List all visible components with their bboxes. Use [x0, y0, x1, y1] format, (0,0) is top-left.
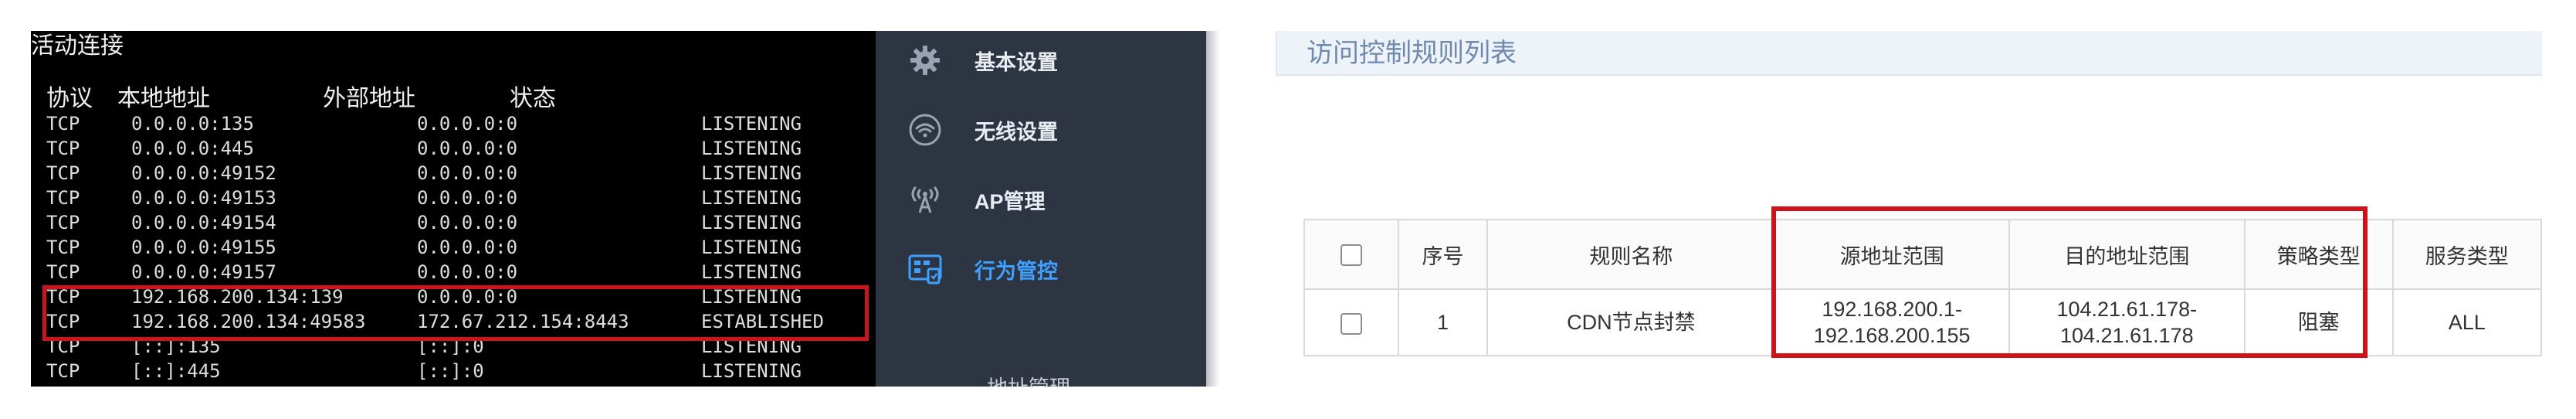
rule-service-type: ALL — [2391, 288, 2542, 356]
rule-name: CDN节点封禁 — [1486, 288, 1776, 356]
destination-range-end: 104.21.61.178 — [2060, 324, 2194, 347]
connection-list: TCP 0.0.0.0:135 0.0.0.0:0 LISTENING TCP 0.0.… — [31, 111, 876, 383]
sidebar-item-label: 行为管控 — [974, 259, 1058, 283]
connection-row: TCP 0.0.0.0:135 0.0.0.0:0 LISTENING — [46, 113, 802, 135]
sidebar-item-wireless-settings[interactable]: 无线设置 — [876, 107, 1206, 153]
rule-table: 序号 规则名称 源地址范围 目的地址范围 策略类型 服务类型 1 CDN节点封禁… — [1303, 219, 2542, 356]
connection-row: TCP 0.0.0.0:49154 0.0.0.0:0 LISTENING — [46, 212, 802, 233]
column-header-policy-type: 策略类型 — [2243, 219, 2394, 290]
rule-policy-type: 阻塞 — [2243, 288, 2394, 356]
established-connection-highlight — [42, 285, 869, 341]
gear-icon — [908, 43, 942, 77]
select-all-cell — [1303, 219, 1399, 290]
sidebar-item-label: 无线设置 — [974, 120, 1058, 144]
connection-row: TCP [::]:445 [::]:0 LISTENING — [46, 360, 802, 382]
rule-index: 1 — [1397, 288, 1489, 356]
sidebar-item-label: 基本设置 — [974, 50, 1058, 74]
connection-row: TCP 0.0.0.0:49157 0.0.0.0:0 LISTENING — [46, 261, 802, 283]
column-header-index: 序号 — [1397, 219, 1489, 290]
column-header-destination-range: 目的地址范围 — [2008, 219, 2246, 290]
terminal-column-headers: 协议 本地地址 外部地址 状态 — [31, 79, 876, 112]
page-title: 访问控制规则列表 — [1307, 39, 1517, 68]
wifi-icon — [908, 113, 942, 147]
sidebar-item-behavior-control[interactable]: 行为管控 — [876, 246, 1206, 292]
source-range-end: 192.168.200.155 — [1813, 324, 1971, 347]
terminal-title: 活动连接 — [31, 32, 124, 60]
column-header-source-range: 源地址范围 — [1774, 219, 2010, 290]
sidebar-item-ap-management[interactable]: AP管理 — [876, 176, 1206, 223]
column-header-service-type: 服务类型 — [2391, 219, 2542, 290]
destination-range-start: 104.21.61.178- — [2056, 298, 2198, 321]
connection-row: TCP 0.0.0.0:445 0.0.0.0:0 LISTENING — [46, 138, 802, 159]
connection-row: TCP 0.0.0.0:49153 0.0.0.0:0 LISTENING — [46, 187, 802, 209]
panel-divider — [1206, 31, 1220, 387]
source-range-start: 192.168.200.1- — [1822, 298, 1962, 321]
row-select-cell — [1303, 288, 1399, 356]
select-all-checkbox[interactable] — [1340, 244, 1362, 267]
rule-destination-range: 104.21.61.178- 104.21.61.178 — [2008, 288, 2246, 356]
sidebar-item-label: AP管理 — [974, 189, 1046, 213]
header-local-address: 本地地址 — [117, 85, 210, 112]
sidebar-subitem-address-management[interactable]: 地址管理 — [987, 371, 1070, 387]
sidebar-nav: 基本设置 无线设置 AP管理 行为管控 — [876, 31, 1206, 387]
row-checkbox[interactable] — [1340, 312, 1362, 335]
header-foreign-address: 外部地址 — [323, 85, 415, 112]
access-point-icon — [908, 182, 942, 216]
connection-row: TCP 0.0.0.0:49155 0.0.0.0:0 LISTENING — [46, 237, 802, 258]
header-protocol: 协议 — [46, 85, 93, 112]
behavior-control-icon — [908, 252, 942, 286]
table-header-row: 序号 规则名称 源地址范围 目的地址范围 策略类型 服务类型 — [1303, 219, 2542, 290]
rule-source-range: 192.168.200.1- 192.168.200.155 — [1774, 288, 2010, 356]
main-content: 访问控制规则列表 序号 规则名称 源地址范围 目的地址范围 策略类型 服务类型 … — [1220, 31, 2542, 387]
column-header-rule-name: 规则名称 — [1486, 219, 1776, 290]
page-bottom-margin — [0, 387, 2576, 419]
connection-row: TCP 0.0.0.0:49152 0.0.0.0:0 LISTENING — [46, 162, 802, 184]
table-row[interactable]: 1 CDN节点封禁 192.168.200.1- 192.168.200.155… — [1303, 288, 2542, 356]
sidebar-item-basic-settings[interactable]: 基本设置 — [876, 37, 1206, 83]
header-state: 状态 — [510, 85, 556, 112]
